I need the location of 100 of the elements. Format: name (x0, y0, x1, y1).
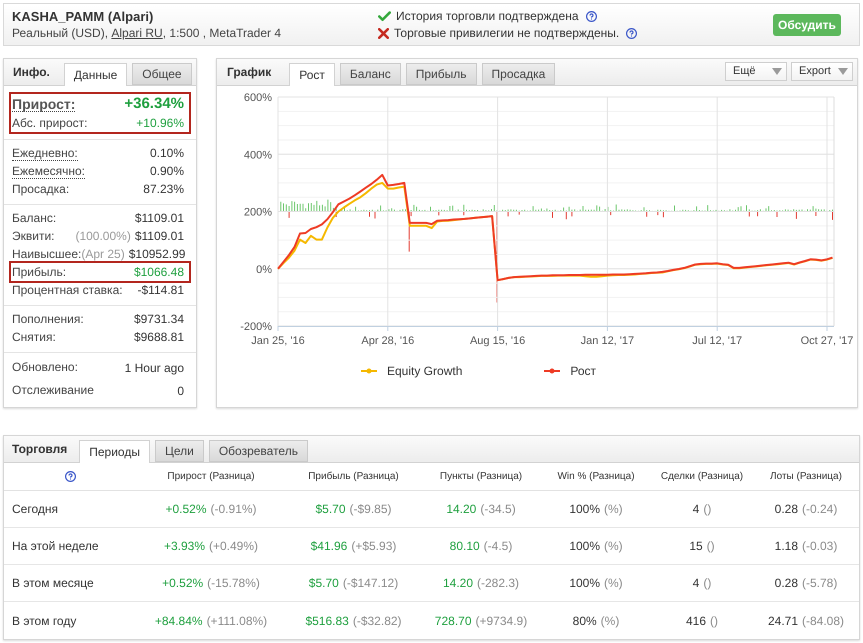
dropdown-button[interactable]: Export (791, 62, 853, 81)
stat-label: Прирост: (12, 96, 76, 112)
x-tick-label: Apr 28, '16 (361, 335, 414, 347)
x-tick-label: Jul 12, '17 (692, 335, 742, 347)
stat-label: Баланс: (12, 210, 56, 226)
stat-label: Ежемесячно: (12, 164, 86, 178)
stat-label: Эквити: (12, 228, 54, 244)
x-tick-label: Oct 27, '17 (800, 335, 854, 347)
column-header: Прибыль (Разница) (307, 470, 400, 484)
period-label: В этом месяце (11, 575, 94, 592)
stat-label: Процентная ставка: (12, 282, 123, 298)
cell-value: 100% (569, 575, 600, 592)
stat-label: Отслеживание (12, 383, 94, 398)
stat-value: -$114.81 (138, 282, 184, 299)
help-icon[interactable] (626, 28, 638, 38)
stat-value: $9731.34 (134, 311, 184, 328)
cell-difference: (-0.03) (802, 538, 838, 555)
tab[interactable]: Данные (64, 63, 128, 86)
cell-value: $5.70 (308, 575, 339, 592)
cell-value: 416 (686, 612, 706, 630)
cell-difference: (+111.08%) (206, 612, 268, 630)
legend-label[interactable]: Рост (570, 362, 596, 380)
stat-label: Пополнения: (12, 312, 84, 326)
stat-value: 1 Hour ago (124, 360, 184, 376)
stat-label: Обновлено: (12, 360, 78, 375)
y-tick-label: -200% (240, 321, 272, 333)
column-header: Прирост (Разница) (166, 470, 256, 484)
caret-icon (772, 68, 782, 75)
cell-difference: (-282.3) (477, 575, 520, 592)
tab[interactable]: Общее (132, 63, 192, 85)
stat-value: $1109.01 (134, 210, 184, 227)
broker-link[interactable]: Alpari RU (111, 26, 163, 40)
panel-title: Инфо. (13, 64, 50, 81)
stat-note: (Apr 25) (81, 246, 125, 263)
y-tick-label: 0% (256, 264, 272, 276)
panel-title: График (227, 64, 272, 81)
stat-value: 0 (177, 382, 184, 400)
stat-label: Ежедневно: (12, 146, 78, 160)
column-header: Пункты (Разница) (438, 470, 524, 484)
cell-difference: (-0.91%) (210, 501, 257, 518)
tab[interactable]: Цели (154, 440, 204, 462)
cell-value: 0.28 (774, 501, 798, 518)
period-label: На этой неделе (11, 538, 99, 555)
column-header: Win % (Разница) (556, 470, 636, 484)
cell-value: 4 (692, 575, 700, 592)
period-label: Сегодня (11, 501, 58, 518)
cell-value: $5.70 (315, 501, 346, 518)
cell-value: 14.20 (446, 501, 476, 518)
stat-label: Прибыль: (12, 264, 66, 280)
column-header: Лоты (Разница) (769, 470, 843, 484)
cell-value: 1.18 (774, 538, 798, 555)
caret-icon (838, 68, 848, 75)
cell-difference: () (703, 575, 712, 592)
help-icon[interactable] (64, 471, 76, 482)
panel-title: Торговля (12, 441, 68, 458)
stat-value: 0.10% (150, 145, 184, 162)
tab[interactable]: Обозреватель (208, 440, 308, 462)
cell-difference: (%) (604, 538, 623, 555)
cell-value: +84.84% (154, 612, 203, 630)
tab[interactable]: Периоды (79, 440, 150, 463)
verification-status: История торговли подтверждена (396, 9, 579, 23)
cell-difference: (%) (600, 612, 620, 630)
cell-value: 15 (689, 538, 703, 555)
cell-value: +0.52% (162, 575, 204, 592)
cell-value: $41.96 (310, 538, 348, 555)
cell-difference: (-84.08) (802, 612, 844, 630)
cell-difference: (-34.5) (480, 501, 516, 518)
period-label: В этом году (11, 612, 76, 630)
tab[interactable]: Рост (289, 63, 335, 86)
cell-value: $516.83 (305, 612, 349, 630)
tab[interactable]: Баланс (340, 63, 401, 85)
cell-value: +0.52% (165, 501, 207, 518)
cell-difference: (+0.49%) (209, 538, 258, 555)
tab[interactable]: Прибыль (406, 63, 477, 85)
cell-value: 80.10 (450, 538, 480, 555)
cell-value: 80% (572, 612, 597, 630)
legend-label[interactable]: Equity Growth (387, 362, 462, 380)
stat-label: Просадка: (12, 182, 70, 196)
cell-difference: (+$5.93) (351, 538, 396, 555)
account-details: Реальный (USD), Alpari RU, 1:500 , MetaTrader 4 (12, 26, 282, 40)
help-icon[interactable] (586, 10, 597, 22)
stat-value: +10.96% (136, 115, 184, 132)
cell-value: +3.93% (164, 538, 205, 555)
dropdown-button[interactable]: Ещё (725, 62, 787, 81)
y-tick-label: 200% (244, 206, 272, 218)
cell-difference: (%) (604, 501, 623, 518)
cell-difference: () (703, 501, 712, 518)
cell-value: 100% (569, 501, 600, 518)
verification-status: Торговые привилегии не подтверждены. (394, 26, 620, 40)
stat-label: Снятия: (12, 330, 56, 344)
cell-value: 14.20 (442, 575, 473, 592)
stat-label: Наивысшее: (12, 246, 82, 262)
cell-difference: () (710, 612, 718, 630)
x-tick-label: Aug 15, '16 (470, 335, 526, 347)
column-header: Сделки (Разница) (660, 470, 744, 484)
y-tick-label: 600% (244, 92, 272, 104)
cell-difference: (%) (604, 575, 623, 592)
cell-difference: (-$147.12) (342, 575, 398, 592)
tab[interactable]: Просадка (482, 63, 556, 85)
cell-difference: (-5.78) (802, 575, 838, 592)
